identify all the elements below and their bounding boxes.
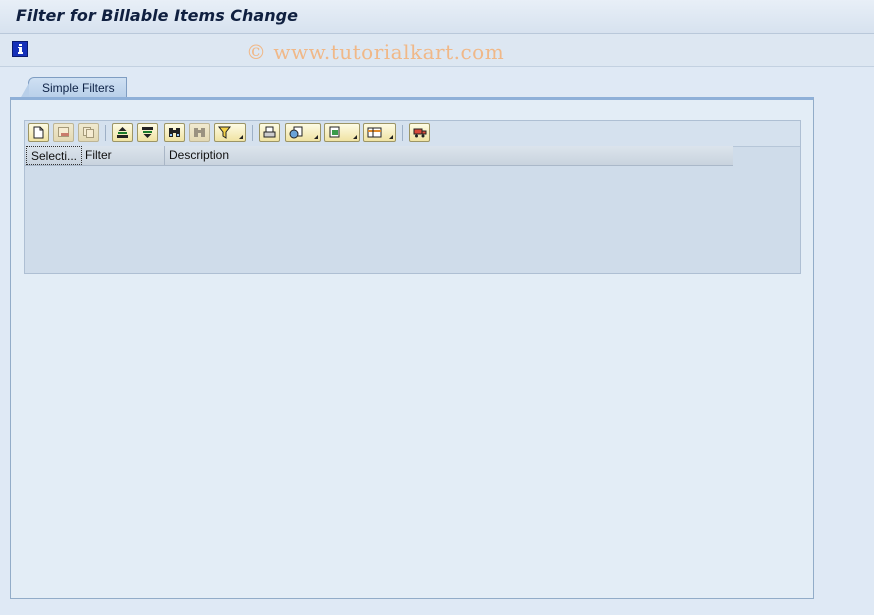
- tab-panel: Selecti... Filter Description: [10, 97, 814, 599]
- filter-grid: Selecti... Filter Description: [24, 120, 801, 274]
- tab-label: Simple Filters: [42, 81, 115, 95]
- print-icon[interactable]: [259, 123, 280, 142]
- toolbar-separator: [252, 125, 253, 141]
- page-title: Filter for Billable Items Change: [16, 6, 298, 25]
- dropdown-arrow-icon: [314, 135, 318, 139]
- watermark: © www.tutorialkart.com: [246, 40, 505, 64]
- find-next-icon[interactable]: [189, 123, 210, 142]
- grid-toolbar: [25, 121, 800, 147]
- export-icon[interactable]: [324, 123, 360, 142]
- filter-icon[interactable]: [214, 123, 246, 142]
- column-header-selection[interactable]: Selecti...: [26, 146, 82, 165]
- dropdown-arrow-icon: [353, 135, 357, 139]
- details-icon[interactable]: [409, 123, 430, 142]
- find-icon[interactable]: [164, 123, 185, 142]
- dropdown-arrow-icon: [239, 135, 243, 139]
- sort-ascending-icon[interactable]: [112, 123, 133, 142]
- info-icon[interactable]: [12, 41, 28, 57]
- toolbar-separator: [105, 125, 106, 141]
- delete-row-icon[interactable]: [53, 123, 74, 142]
- layout-icon[interactable]: [363, 123, 396, 142]
- new-icon[interactable]: [28, 123, 49, 142]
- column-header-description[interactable]: Description: [165, 146, 733, 165]
- toolbar-separator: [402, 125, 403, 141]
- views-icon[interactable]: [285, 123, 321, 142]
- copy-icon[interactable]: [78, 123, 99, 142]
- tab-simple-filters[interactable]: Simple Filters: [20, 77, 127, 99]
- table-header: Selecti... Filter Description: [25, 146, 733, 166]
- title-bar: Filter for Billable Items Change: [0, 0, 874, 34]
- dropdown-arrow-icon: [389, 135, 393, 139]
- column-header-filter[interactable]: Filter: [81, 146, 165, 165]
- sort-descending-icon[interactable]: [137, 123, 158, 142]
